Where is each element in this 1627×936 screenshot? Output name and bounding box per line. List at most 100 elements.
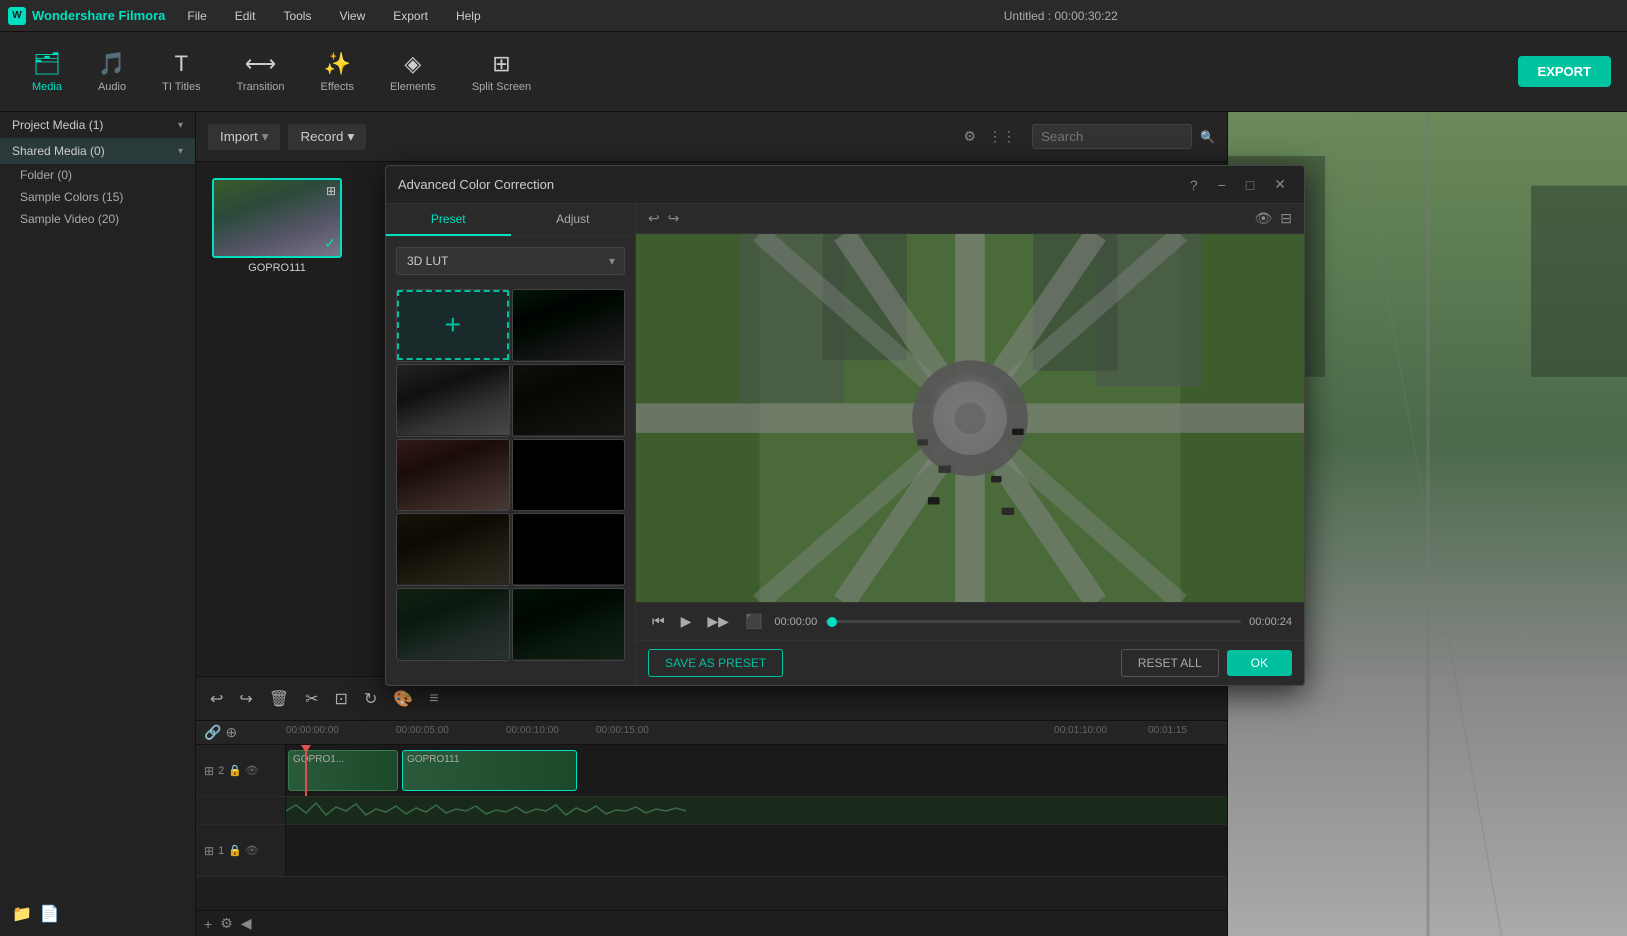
clip-label-2: GOPRO111 [403, 752, 463, 767]
media-item[interactable]: ⊞ ✓ GOPRO111 [212, 178, 342, 274]
elements-icon: ◈ [404, 51, 421, 77]
acc-prev-button[interactable]: ⏮ [648, 611, 669, 632]
import-button[interactable]: Import ▾ [208, 124, 280, 150]
folder-sub-item[interactable]: Folder (0) [0, 164, 195, 186]
preset-cool-thumb [397, 440, 509, 510]
media-button[interactable]: 🗂 Media [16, 43, 78, 101]
titles-button[interactable]: T TI Titles [146, 43, 217, 101]
sample-colors-item[interactable]: Sample Colors (15) [0, 186, 195, 208]
sample-video-item[interactable]: Sample Video (20) [0, 208, 195, 230]
effects-button[interactable]: ✨ Effects [305, 43, 370, 101]
video-clip-2[interactable]: GOPRO111 [402, 750, 577, 791]
preset-load-name: Load LUT [397, 360, 509, 362]
acc-dialog: Advanced Color Correction ? − □ ✕ Preset… [385, 165, 1305, 686]
menu-edit[interactable]: Edit [229, 7, 262, 25]
track-lock-2[interactable]: 🔒 [228, 764, 242, 777]
media-label: Media [32, 81, 62, 93]
preset-007-name: 007 Series [513, 360, 625, 362]
preset-bottom1[interactable] [396, 588, 510, 661]
split-screen-icon: ⊞ [492, 51, 510, 77]
new-folder-icon[interactable]: 📁 [12, 904, 32, 924]
speed-button[interactable]: ≡ [423, 686, 444, 712]
crop-button[interactable]: ⊡ [329, 685, 354, 713]
color-button[interactable]: 🎨 [387, 685, 419, 713]
audio-button[interactable]: 🎵 Audio [82, 43, 142, 101]
tab-adjust[interactable]: Adjust [511, 204, 636, 236]
preset-batman-name: Batman [513, 435, 625, 437]
acc-close-button[interactable]: ✕ [1268, 174, 1292, 195]
menu-tools[interactable]: Tools [277, 7, 317, 25]
menu-file[interactable]: File [181, 7, 212, 25]
lut-select[interactable]: 3D LUT Color Presets Film Looks [396, 247, 625, 275]
acc-eye-icon[interactable]: 👁 [1254, 210, 1272, 227]
search-input[interactable] [1032, 124, 1192, 149]
track-lock-1[interactable]: 🔒 [228, 844, 242, 857]
preset-dark-film[interactable]: Dark Film [512, 439, 626, 512]
preset-bottom1-thumb [397, 589, 509, 659]
acc-minimize-button[interactable]: − [1212, 175, 1232, 195]
track-vis-1[interactable]: 👁 [245, 844, 259, 857]
transition-button[interactable]: ⟷ Transition [221, 43, 301, 101]
preset-cool-film[interactable]: Cool Film [396, 439, 510, 512]
menu-view[interactable]: View [333, 7, 371, 25]
import-arrow-icon: ▾ [262, 129, 269, 145]
playhead [305, 745, 307, 796]
acc-redo-icon[interactable]: ↪ [668, 210, 680, 227]
acc-progress-bar[interactable] [825, 620, 1241, 623]
record-button[interactable]: Record ▾ [288, 124, 366, 150]
sample-video-label: Sample Video (20) [20, 212, 119, 226]
preset-batman[interactable]: Batman [512, 364, 626, 437]
settings-track-icon[interactable]: ⚙ [220, 915, 233, 932]
track-label-2: ⊞ 2 🔒 👁 [196, 745, 286, 796]
acc-playback: ⏮ ▶ ▶▶ ⬛ 00:00:00 00:00:24 [636, 602, 1304, 640]
acc-maximize-button[interactable]: □ [1240, 175, 1260, 195]
split-screen-button[interactable]: ⊞ Split Screen [456, 43, 547, 101]
preset-gravity[interactable]: Gravity [512, 513, 626, 586]
acc-undo-icon[interactable]: ↩ [648, 210, 660, 227]
reset-all-button[interactable]: RESET ALL [1121, 649, 1219, 677]
panel-bottom-icons: 📁 📄 [0, 892, 195, 936]
acc-next-button[interactable]: ▶▶ [703, 611, 733, 632]
preset-got-name: Game of Thrones [397, 584, 509, 586]
filter-icon[interactable]: ⚙ [963, 128, 976, 145]
acc-current-time: 00:00:00 [774, 616, 817, 628]
preset-got[interactable]: Game of Thrones [396, 513, 510, 586]
prev-frame-icon[interactable]: ◀ [241, 915, 252, 932]
track-vis-2[interactable]: 👁 [245, 764, 259, 777]
acc-compare-icon[interactable]: ⊟ [1280, 210, 1292, 227]
undo-button[interactable]: ↩ [204, 685, 229, 713]
preset-load-lut[interactable]: + Load LUT [396, 289, 510, 362]
acc-play-button[interactable]: ▶ [677, 611, 696, 632]
add-track-icon[interactable]: + [204, 916, 212, 932]
track-num-2: 2 [218, 765, 224, 777]
ruler-mark-110: 00:01:10:00 [1054, 725, 1107, 736]
menu-export[interactable]: Export [387, 7, 434, 25]
acc-stop-button[interactable]: ⬛ [741, 611, 766, 632]
tab-preset[interactable]: Preset [386, 204, 511, 236]
cut-button[interactable]: ✂ [299, 685, 324, 713]
grid-view-icon[interactable]: ⋮⋮ [988, 128, 1016, 145]
audio-label: Audio [98, 81, 126, 93]
elements-button[interactable]: ◈ Elements [374, 43, 452, 101]
ruler-mark-5: 00:00:05:00 [396, 725, 449, 736]
add-media-icon[interactable]: 📄 [40, 904, 60, 924]
project-media-item[interactable]: Project Media (1) ▾ [0, 112, 195, 138]
preset-bottom2[interactable] [512, 588, 626, 661]
redo-button[interactable]: ↪ [233, 685, 258, 713]
audio-detach-button[interactable]: ↻ [358, 685, 383, 713]
preset-bw-film[interactable]: B&W Film [396, 364, 510, 437]
ok-button[interactable]: OK [1227, 650, 1292, 676]
save-preset-button[interactable]: SAVE AS PRESET [648, 649, 783, 677]
timeline-magnet-icon[interactable]: ⊕ [225, 724, 237, 741]
acc-help-button[interactable]: ? [1184, 175, 1204, 195]
timeline-link-icon[interactable]: 🔗 [204, 724, 221, 741]
shared-media-item[interactable]: Shared Media (0) ▾ [0, 138, 195, 164]
search-icon[interactable]: 🔍 [1200, 130, 1215, 144]
preset-007[interactable]: 007 Series [512, 289, 626, 362]
export-button[interactable]: EXPORT [1518, 56, 1611, 87]
acc-title: Advanced Color Correction [398, 177, 1184, 192]
delete-button[interactable]: 🗑 [263, 685, 295, 713]
menu-help[interactable]: Help [450, 7, 487, 25]
preset-dark-thumb [513, 440, 625, 510]
import-label: Import [220, 129, 258, 144]
